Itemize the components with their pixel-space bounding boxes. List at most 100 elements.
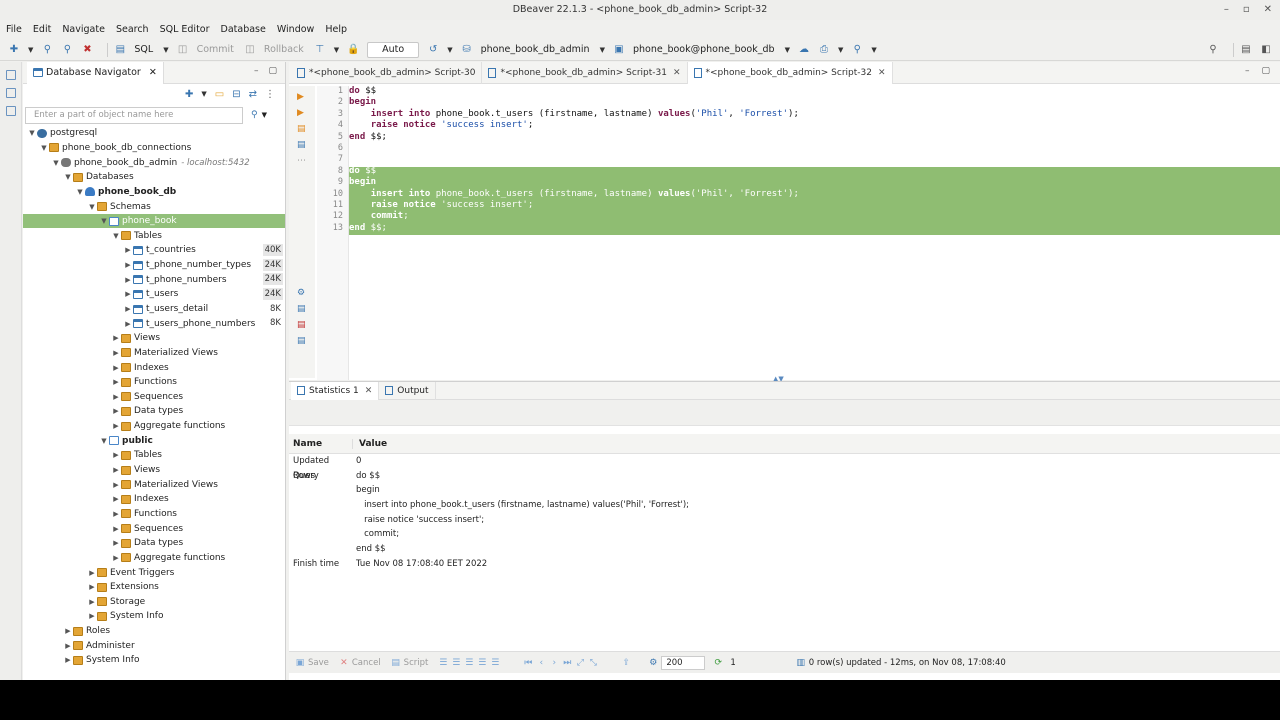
chevron-down-icon[interactable]: ▼ [163,46,168,54]
more-icon[interactable]: ⋯ [297,156,307,166]
new-connection-icon[interactable]: ✚ [185,89,193,100]
collapsed-arrow-icon[interactable]: ▶ [111,525,121,533]
chevron-down-icon[interactable]: ▼ [871,46,876,54]
tree-node[interactable]: ▶ t_countries 40K [23,243,285,258]
chevron-down-icon[interactable]: ▼ [785,46,790,54]
tree-node[interactable]: ▼ Schemas [23,199,285,214]
perspective-icon[interactable]: ▤ [1240,44,1252,56]
tab-script-32[interactable]: *<phone_book_db_admin> Script-32 ✕ [687,61,893,84]
tree-node[interactable]: ▶ Functions [23,507,285,522]
collapsed-arrow-icon[interactable]: ▶ [111,451,121,459]
menu-edit[interactable]: Edit [33,24,51,35]
delete-row-icon[interactable]: ☰ [477,658,487,668]
settings-icon[interactable]: ⚙ [297,288,307,298]
tree-node[interactable]: ▼ Tables [23,228,285,243]
database-tasks-icon[interactable] [6,88,16,98]
tree-node[interactable]: ▶ t_users 24K [23,287,285,302]
chevron-down-icon[interactable]: ▼ [600,46,605,54]
print-icon[interactable]: ⎙ [818,44,830,56]
last-page-icon[interactable]: ⏭ [562,658,572,668]
cancel-button[interactable]: ✕ Cancel [339,658,381,668]
menu-database[interactable]: Database [221,24,266,35]
chevron-down-icon[interactable]: ▼ [838,46,843,54]
tree-node[interactable]: ▶ t_phone_numbers 24K [23,272,285,287]
refresh-icon[interactable]: ⟳ [713,658,723,668]
execute-new-tab-icon[interactable]: ▤ [297,124,307,134]
collapsed-arrow-icon[interactable]: ▶ [111,407,121,415]
chevron-down-icon[interactable]: ▼ [262,111,267,119]
new-folder-icon[interactable]: ▭ [215,89,224,100]
active-schema-selector[interactable]: phone_book@phone_book_db [633,44,775,55]
tree-node[interactable]: ▶ Aggregate functions [23,419,285,434]
tree-node[interactable]: ▶ Extensions [23,580,285,595]
explain-plan-icon[interactable]: ▤ [297,140,307,150]
disconnect-icon[interactable]: ⚲ [61,44,73,56]
close-icon[interactable]: ✕ [1264,0,1272,20]
maximize-icon[interactable]: ▢ [268,66,277,76]
save-button[interactable]: ▣ Save [295,658,329,668]
expanded-arrow-icon[interactable]: ▼ [39,144,49,152]
tree-node[interactable]: ▶ Tables [23,448,285,463]
collapse-all-icon[interactable]: ⊟ [232,89,240,100]
collapsed-arrow-icon[interactable]: ▶ [123,276,133,284]
tree-node[interactable]: ▶ Roles [23,624,285,639]
collapsed-arrow-icon[interactable]: ▶ [111,554,121,562]
tree-node[interactable]: ▶ Administer [23,638,285,653]
tree-node[interactable]: ▼ phone_book_db_admin - localhost:5432 [23,155,285,170]
connect-icon[interactable]: ⚲ [41,44,53,56]
auto-commit-mode-box[interactable]: Auto [367,41,420,58]
tree-node[interactable]: ▶ Sequences [23,521,285,536]
collapsed-arrow-icon[interactable]: ▶ [87,612,97,620]
tree-node[interactable]: ▶ Materialized Views [23,477,285,492]
tree-node[interactable]: ▶ Aggregate functions [23,551,285,566]
fetch-next-icon[interactable]: ⤢ [575,658,585,668]
previous-icon[interactable]: ‹ [536,658,546,668]
collapsed-arrow-icon[interactable]: ▶ [111,495,121,503]
tab-output[interactable]: Output [379,381,436,400]
tree-node[interactable]: ▶ System Info [23,653,285,668]
menu-window[interactable]: Window [277,24,314,35]
rollback-icon[interactable]: ◫ [244,44,256,56]
tree-node[interactable]: ▶ Sequences [23,390,285,405]
tree-node[interactable]: ▶ Indexes [23,492,285,507]
global-search-icon[interactable]: ⚲ [1207,44,1219,56]
collapsed-arrow-icon[interactable]: ▶ [63,656,73,664]
outline-icon[interactable] [6,106,16,116]
chevron-down-icon[interactable]: ▼ [28,46,33,54]
transaction-mode-icon[interactable]: ⊤ [314,44,326,56]
collapsed-arrow-icon[interactable]: ▶ [111,422,121,430]
chevron-down-icon[interactable]: ▼ [201,90,206,98]
export-icon[interactable]: ⇪ [621,658,631,668]
tree-node[interactable]: ▶ Materialized Views [23,346,285,361]
tree-node[interactable]: ▶ Views [23,463,285,478]
minimize-icon[interactable]: – [1245,66,1250,76]
menu-help[interactable]: Help [325,24,347,35]
tree-node[interactable]: ▶ t_users_phone_numbers 8K [23,316,285,331]
tree-node[interactable]: ▶ Storage [23,595,285,610]
minimize-icon[interactable]: – [1224,0,1229,20]
execute-statement-icon[interactable]: ▶ [297,92,307,102]
search-icon[interactable]: ⚲ [851,44,863,56]
collapsed-arrow-icon[interactable]: ▶ [111,481,121,489]
expanded-arrow-icon[interactable]: ▼ [111,232,121,240]
expanded-arrow-icon[interactable]: ▼ [63,173,73,181]
menu-navigate[interactable]: Navigate [62,24,105,35]
tree-node[interactable]: ▼ phone_book_db_connections [23,141,285,156]
fetch-size-input[interactable]: 200 [661,655,706,670]
close-icon[interactable]: ✕ [878,68,886,78]
navigator-filter-input[interactable]: Enter a part of object name here [25,106,243,124]
results-panel-icon[interactable]: ▤ [297,304,307,314]
execute-script-icon[interactable]: ▶ [297,108,307,118]
collapsed-arrow-icon[interactable]: ▶ [63,642,73,650]
tab-statistics[interactable]: Statistics 1 ✕ [291,381,380,400]
next-icon[interactable]: › [549,658,559,668]
collapsed-arrow-icon[interactable]: ▶ [123,290,133,298]
collapsed-arrow-icon[interactable]: ▶ [87,583,97,591]
projects-icon[interactable] [6,70,16,80]
collapsed-arrow-icon[interactable]: ▶ [111,349,121,357]
tree-node[interactable]: ▶ t_users_detail 8K [23,302,285,317]
tab-script-30[interactable]: *<phone_book_db_admin> Script-30 [291,61,483,84]
tree-node[interactable]: ▼ public [23,433,285,448]
commit-button[interactable]: Commit [197,44,234,55]
tree-node[interactable]: ▶ t_phone_number_types 24K [23,258,285,273]
